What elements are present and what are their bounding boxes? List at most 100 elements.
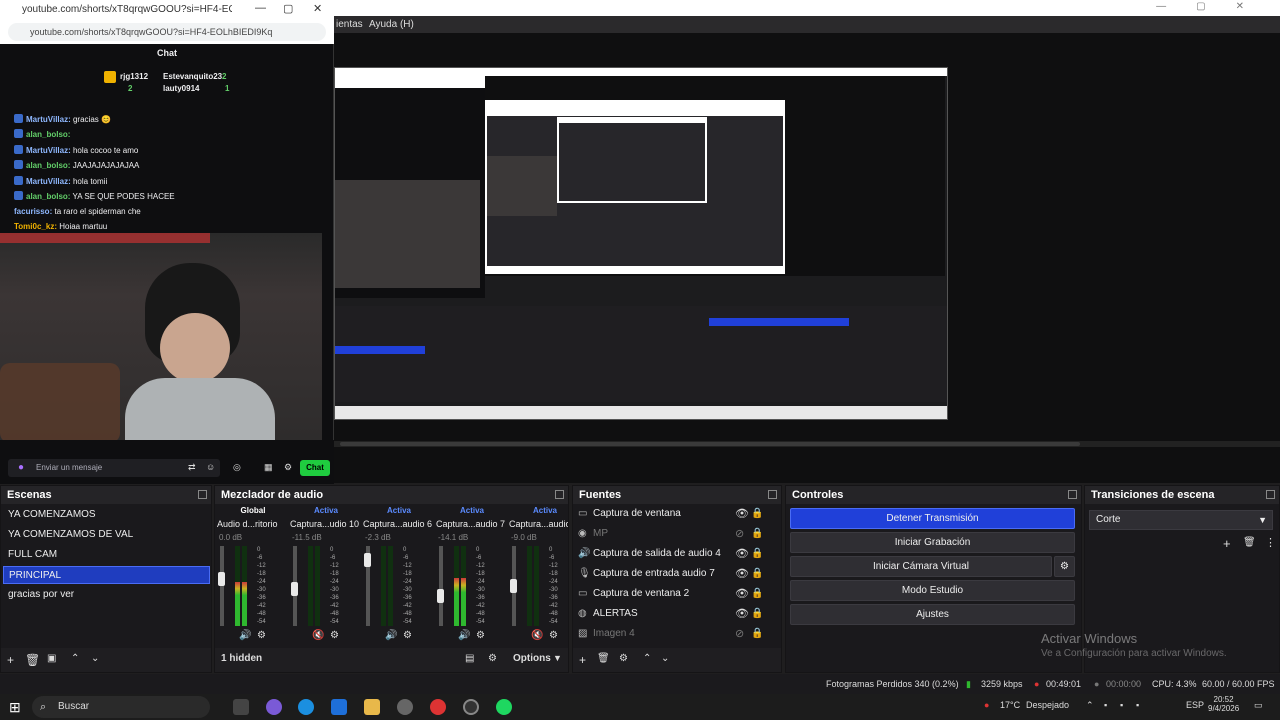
maximize-button[interactable]: ▢	[283, 2, 293, 15]
task-view-icon[interactable]	[233, 699, 249, 715]
windows-start-icon[interactable]: ⊞	[9, 699, 21, 716]
calendar-icon[interactable]: ▦	[264, 462, 273, 473]
chrome-icon[interactable]	[430, 699, 446, 715]
move-down-icon[interactable]: ⌄	[661, 653, 669, 664]
source-item[interactable]: ▭ Captura de ventana 👁 🔒	[575, 504, 763, 524]
scene-item[interactable]: FULL CAM	[3, 546, 210, 564]
obs-statusbar: Fotogramas Perdidos 340 (0.2%) ▮ 3259 kb…	[0, 674, 1280, 694]
menu-ayuda[interactable]: Ayuda (H)	[369, 19, 414, 30]
mute-icon[interactable]: 🔇	[531, 630, 543, 641]
lock-icon: 🔒	[751, 628, 764, 639]
signal-icon: ▮	[966, 679, 971, 689]
scene-item[interactable]: gracias por ver	[3, 586, 210, 604]
filters-icon[interactable]: ▣	[47, 653, 56, 664]
studio-mode-button[interactable]: Modo Estudio	[790, 580, 1075, 601]
tray-app-icon[interactable]: ▪	[1120, 700, 1123, 710]
fader-knob[interactable]	[364, 552, 371, 567]
source-item[interactable]: ▭ Captura de ventana 2 👁 🔒	[575, 584, 763, 604]
fader-knob[interactable]	[510, 579, 517, 593]
mute-icon[interactable]: 🔇	[312, 630, 324, 641]
undock-icon[interactable]	[555, 490, 564, 499]
store-icon[interactable]	[331, 699, 347, 715]
eye-icon: 👁	[735, 548, 749, 560]
copilot-icon[interactable]	[266, 699, 282, 715]
transition-select[interactable]: Corte ▼	[1089, 510, 1273, 530]
preview-scrollbar[interactable]	[334, 441, 1280, 447]
notifications-icon[interactable]: ▭	[1254, 700, 1263, 711]
start-recording-button[interactable]: Iniciar Grabación	[790, 532, 1075, 553]
keyboard-language[interactable]: ESP	[1186, 700, 1204, 710]
mixer-settings-icon[interactable]: ⚙	[488, 653, 497, 664]
taskbar-clock[interactable]: 20:52 9/4/2026	[1208, 695, 1239, 713]
address-bar[interactable]: youtube.com/shorts/xT8qrqwGOOU?si=HF4-EO…	[8, 23, 326, 41]
scene-item-active[interactable]: PRINCIPAL	[3, 566, 210, 584]
chat-message: alan_bolso:	[14, 129, 70, 139]
channel-settings-icon[interactable]: ⚙	[403, 630, 412, 641]
spotify-icon[interactable]	[496, 699, 512, 715]
source-item[interactable]: ◉ MP ⊘ 🔒	[575, 524, 763, 544]
virtual-camera-button[interactable]: Iniciar Cámara Virtual	[790, 556, 1052, 577]
source-item[interactable]: 🔊 Captura de salida de audio 4 👁 🔒	[575, 544, 763, 564]
more-icon[interactable]: ⋮	[1265, 536, 1276, 549]
add-source-icon[interactable]: +	[579, 653, 586, 667]
settings-app-icon[interactable]	[397, 699, 413, 715]
obs-icon[interactable]	[463, 699, 479, 715]
chat-send-button[interactable]: Chat	[300, 460, 330, 476]
hidden-count[interactable]: 1 hidden	[221, 653, 262, 664]
tray-chevron-icon[interactable]: ⌃	[1086, 700, 1094, 711]
scene-item[interactable]: YA COMENZAMOS DE VAL	[3, 526, 210, 544]
add-scene-icon[interactable]: +	[7, 653, 14, 667]
channel-settings-icon[interactable]: ⚙	[549, 630, 558, 641]
undock-icon[interactable]	[198, 490, 207, 499]
fader-knob[interactable]	[437, 588, 444, 603]
chevron-down-icon[interactable]: ▼	[553, 653, 562, 663]
move-up-icon[interactable]: ⌃	[71, 653, 79, 664]
taskbar-search[interactable]: ⌕ Buscar	[32, 696, 210, 718]
window-controls[interactable]: —▢✕	[1156, 1, 1274, 12]
points-icon[interactable]: ◎	[233, 462, 241, 473]
virtual-camera-settings-icon[interactable]: ⚙	[1054, 556, 1075, 577]
bitrate: 3259 kbps	[981, 679, 1023, 689]
audio-meter	[461, 546, 466, 626]
mute-icon[interactable]: 🔊	[458, 630, 470, 641]
add-transition-icon[interactable]: +	[1223, 536, 1231, 551]
fader-knob[interactable]	[291, 582, 298, 597]
undock-icon[interactable]	[768, 490, 777, 499]
minimize-button[interactable]: —	[255, 2, 266, 14]
channel-settings-icon[interactable]: ⚙	[476, 630, 485, 641]
emote-picker-icon[interactable]: ☺	[206, 462, 215, 472]
scene-item[interactable]: YA COMENZAMOS	[3, 506, 210, 524]
mute-icon[interactable]: 🔊	[239, 630, 251, 641]
stop-stream-button[interactable]: Detener Transmisión	[790, 508, 1075, 529]
weather-icon: ●	[984, 700, 990, 710]
source-settings-icon[interactable]: ⚙	[619, 653, 628, 664]
weather-text: Despejado	[1026, 700, 1070, 710]
close-button[interactable]: ✕	[313, 2, 322, 15]
source-item[interactable]: ▨ Imagen 4 ⊘ 🔒	[575, 624, 763, 644]
remove-scene-icon[interactable]: 🗑	[25, 653, 40, 667]
settings-button[interactable]: Ajustes	[790, 604, 1075, 625]
move-up-icon[interactable]: ⌃	[643, 653, 651, 664]
undock-icon[interactable]	[1068, 490, 1077, 499]
tray-app-icon[interactable]: ▪	[1136, 700, 1139, 710]
explorer-icon[interactable]	[364, 699, 380, 715]
translate-icon[interactable]: ⇄	[188, 462, 196, 473]
layout-icon[interactable]: ▤	[465, 653, 474, 664]
menu-herramientas[interactable]: ientas	[336, 19, 363, 30]
move-down-icon[interactable]: ⌄	[91, 653, 99, 664]
fader-knob[interactable]	[218, 572, 225, 587]
remove-transition-icon[interactable]: 🗑	[1243, 537, 1256, 548]
source-item[interactable]: ◍ ALERTAS 👁 🔒	[575, 604, 763, 624]
settings-icon[interactable]: ⚙	[284, 462, 292, 473]
channel-settings-icon[interactable]: ⚙	[330, 630, 339, 641]
mic-icon[interactable]: ●	[18, 462, 24, 473]
mute-icon[interactable]: 🔊	[385, 630, 397, 641]
options-button[interactable]: Options	[513, 653, 551, 664]
volume-fader[interactable]	[439, 546, 443, 626]
channel-settings-icon[interactable]: ⚙	[257, 630, 266, 641]
tray-app-icon[interactable]: ▪	[1104, 700, 1107, 710]
remove-source-icon[interactable]: 🗑	[597, 653, 610, 664]
source-item[interactable]: 🎙 Captura de entrada audio 7 👁 🔒	[575, 564, 763, 584]
edge-icon[interactable]	[298, 699, 314, 715]
undock-icon[interactable]	[1266, 490, 1275, 499]
